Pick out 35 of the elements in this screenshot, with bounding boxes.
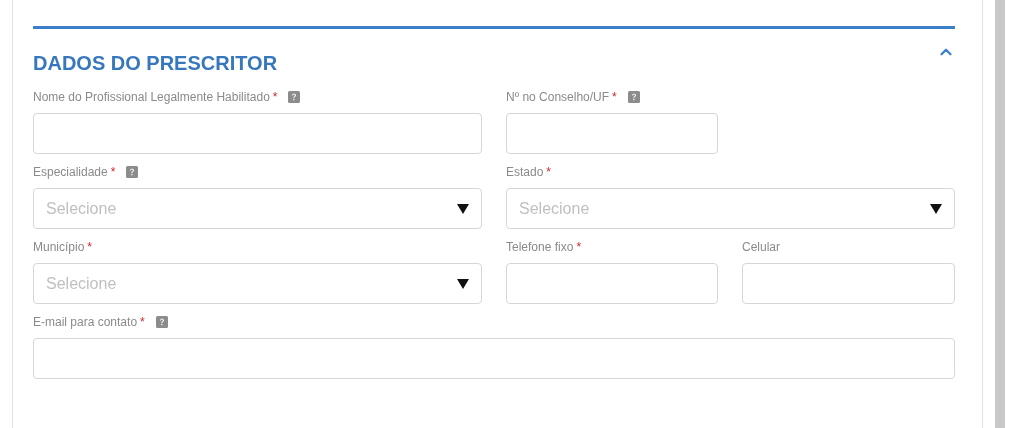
field-label: E-mail para contato — [33, 315, 138, 329]
required-mark: * — [140, 315, 145, 329]
caret-icon — [457, 202, 469, 215]
scrollbar[interactable] — [995, 0, 1005, 428]
required-mark: * — [612, 90, 617, 104]
help-icon[interactable] — [155, 316, 168, 328]
select-field[interactable]: Selecione — [506, 188, 955, 229]
input-field[interactable] — [33, 113, 482, 154]
input-field[interactable] — [742, 263, 955, 304]
placeholder-text: Selecione — [519, 199, 591, 218]
field-label: Nome do Profissional Legalmente Habilitado — [33, 90, 270, 104]
required-mark: * — [272, 90, 278, 104]
input-field[interactable] — [506, 263, 718, 304]
field-label: Especialidade — [33, 165, 108, 179]
caret-icon — [930, 202, 942, 215]
caret-icon — [457, 277, 469, 290]
required-mark: * — [546, 165, 552, 179]
help-icon[interactable] — [627, 91, 640, 103]
field-label: Município — [33, 240, 85, 254]
input-field[interactable] — [506, 113, 718, 154]
select-field[interactable]: Selecione — [33, 188, 482, 229]
field-label: Celular — [742, 240, 780, 254]
field-label: Nº no Conselho/UF — [506, 90, 610, 104]
section-title: DADOS DO PRESCRITOR — [33, 52, 278, 75]
required-mark: * — [110, 165, 116, 179]
help-icon[interactable] — [126, 166, 139, 178]
placeholder-text: Selecione — [46, 199, 118, 218]
field-label: Estado — [506, 165, 544, 179]
required-mark: * — [87, 240, 93, 254]
placeholder-text: Selecione — [46, 274, 118, 293]
select-field[interactable]: Selecione — [33, 263, 482, 304]
input-field[interactable] — [33, 338, 955, 379]
field-label: Telefone fixo — [506, 240, 574, 254]
help-icon[interactable] — [288, 91, 301, 103]
required-mark: * — [576, 240, 582, 254]
